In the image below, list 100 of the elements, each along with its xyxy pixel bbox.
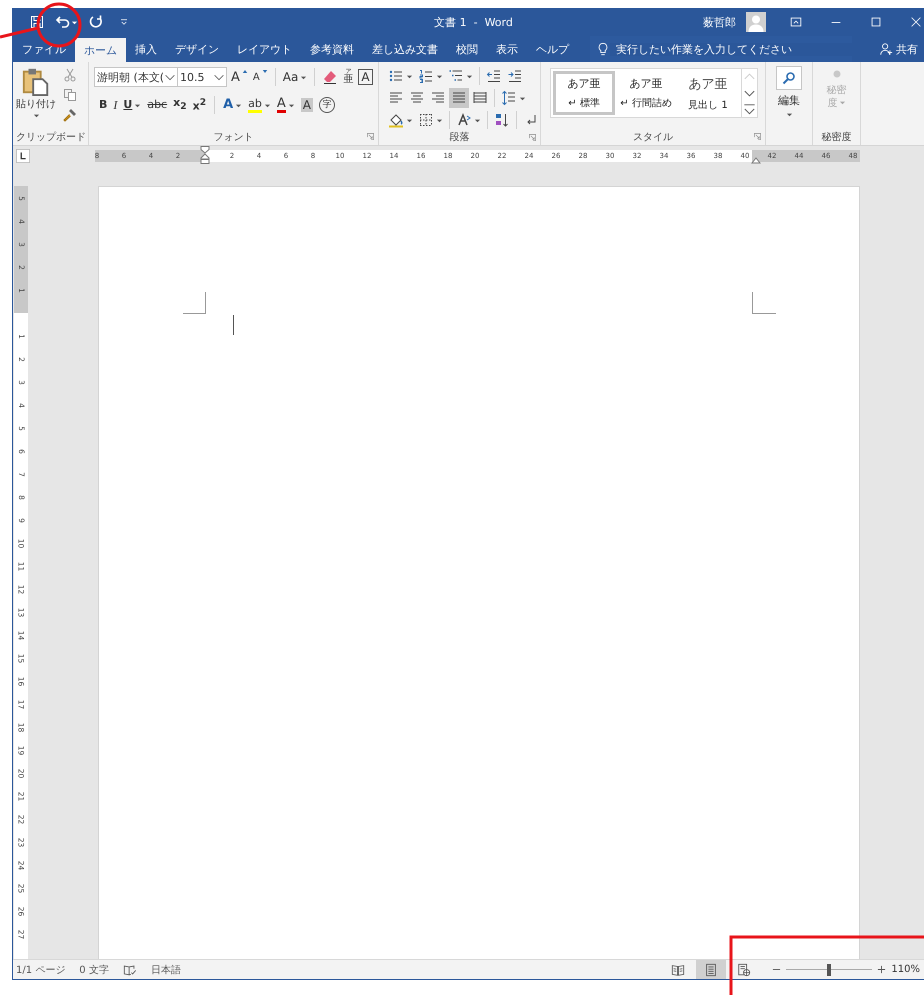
indent-marker-icon[interactable]	[751, 157, 761, 164]
distribute-icon	[472, 90, 488, 106]
numbered-list-icon	[418, 68, 434, 84]
dialog-launcher-icon[interactable]	[753, 132, 762, 141]
text-cursor	[233, 315, 234, 335]
triangle-down-icon	[262, 69, 268, 74]
caret-icon	[786, 111, 792, 118]
shrink-font-button[interactable]: A	[252, 67, 269, 87]
dialog-launcher-icon[interactable]	[366, 132, 375, 141]
grow-font-button[interactable]: A	[230, 67, 249, 87]
ribbon-tab[interactable]: 参考資料	[301, 36, 363, 62]
annotation-line	[0, 26, 38, 38]
character-border-button[interactable]: A	[357, 67, 374, 87]
ribbon-tab[interactable]: ヘルプ	[527, 36, 578, 62]
page-count[interactable]: 1/1 ページ	[16, 962, 66, 976]
ribbon-tab[interactable]: 挿入	[126, 36, 166, 62]
person-icon	[879, 42, 893, 56]
caret-icon[interactable]	[71, 18, 78, 26]
style-name: 見出し 1	[688, 98, 728, 112]
slider-thumb[interactable]	[827, 964, 832, 976]
borders-icon	[418, 112, 434, 128]
sort-icon	[494, 112, 510, 128]
redo-icon[interactable]	[88, 14, 104, 30]
bold-button[interactable]: B	[98, 95, 108, 115]
scroll-down-icon[interactable]	[742, 85, 757, 101]
indent-marker-icon[interactable]	[200, 146, 210, 164]
font-color-button[interactable]: A	[276, 95, 296, 115]
ribbon-tab[interactable]: 校閲	[447, 36, 487, 62]
style-name: ↵ 行間詰め	[620, 96, 672, 110]
paste-button[interactable]: 貼り付け	[16, 66, 56, 129]
scissors-icon[interactable]	[62, 67, 78, 83]
ribbon-display-icon[interactable]	[789, 15, 803, 29]
ribbon-tab[interactable]: ホーム	[75, 38, 126, 62]
word-count[interactable]: 0 文字	[79, 962, 109, 976]
copy-icon[interactable]	[62, 87, 78, 103]
highlight-button[interactable]: ab	[247, 95, 272, 115]
dialog-launcher-icon[interactable]	[528, 132, 537, 142]
ribbon-tab[interactable]: レイアウト	[228, 36, 301, 62]
tell-me-field[interactable]: 実行したい作業を入力してください	[590, 36, 852, 62]
outdent-icon	[486, 68, 502, 84]
ribbon-tab[interactable]: デザイン	[166, 36, 228, 62]
style-sample: あア亜	[688, 76, 728, 92]
more-styles-icon[interactable]	[742, 101, 757, 117]
ribbon-tab[interactable]: 差し込み文書	[363, 36, 447, 62]
clipboard-icon	[21, 66, 51, 96]
close-icon[interactable]	[909, 15, 923, 29]
annotation-circle	[36, 2, 82, 48]
language-label[interactable]: 日本語	[150, 962, 181, 976]
caret-icon	[838, 99, 846, 106]
italic-button[interactable]: I	[112, 95, 118, 115]
paint-bucket-icon	[388, 112, 404, 128]
caret-icon	[32, 112, 40, 119]
ribbon-tab[interactable]: 表示	[487, 36, 527, 62]
proofing-icon[interactable]	[122, 962, 137, 976]
underline-button[interactable]: U	[122, 95, 142, 115]
editing-button[interactable]: 編集	[776, 66, 802, 129]
line-spacing-icon	[501, 90, 517, 106]
lightbulb-icon	[596, 42, 610, 56]
group-label: 秘密度	[822, 130, 852, 144]
group-label: クリップボード	[16, 130, 86, 144]
change-case-button[interactable]: Aa	[282, 67, 308, 87]
enclose-character-button[interactable]: 字	[318, 95, 336, 115]
style-item[interactable]: あア亜 ↵ 標準	[553, 71, 615, 115]
triangle-up-icon	[242, 69, 248, 74]
style-sample: あア亜	[630, 76, 662, 91]
subscript-button[interactable]: x$_{2}$	[172, 95, 188, 115]
group-label: フォント	[214, 130, 254, 144]
style-name: ↵ 標準	[568, 96, 600, 110]
search-icon	[781, 70, 797, 86]
maximize-icon[interactable]	[869, 15, 883, 29]
font-name-field[interactable]: 游明朝 (本文(	[94, 67, 178, 87]
font-size-field[interactable]: 10.5	[177, 67, 227, 87]
zoom-level[interactable]: 110%	[891, 964, 920, 975]
share-button[interactable]: 共有	[875, 36, 924, 62]
superscript-button[interactable]: x$^{2}$	[192, 95, 208, 115]
text-effects-button[interactable]: A	[222, 95, 244, 115]
web-page-icon	[737, 962, 752, 976]
indent-icon	[507, 68, 523, 84]
zoom-slider[interactable]	[786, 964, 872, 976]
tab-selector-icon[interactable]	[16, 149, 30, 163]
eraser-icon	[322, 69, 338, 85]
window-title: 文書 1 - Word	[433, 14, 513, 30]
multilevel-list-icon	[448, 68, 464, 84]
save-icon[interactable]	[29, 14, 45, 30]
undo-icon[interactable]	[55, 14, 71, 30]
print-layout-button[interactable]	[696, 960, 726, 979]
corner-mark	[752, 292, 776, 314]
line-spacing-button[interactable]	[499, 88, 528, 108]
zoom-in-icon[interactable]	[877, 965, 886, 974]
corner-mark	[183, 292, 207, 314]
character-shading-button[interactable]: A	[300, 95, 314, 115]
bullet-list-icon	[388, 68, 404, 84]
style-sample: あア亜	[568, 76, 600, 91]
user-name: 薮哲郎	[703, 14, 736, 30]
group-label: 段落	[450, 130, 470, 144]
text-layout-icon	[456, 112, 472, 128]
group-label: スタイル	[633, 130, 673, 144]
justify-button[interactable]	[449, 88, 469, 108]
strikethrough-button[interactable]: abc	[146, 95, 168, 115]
book-icon	[671, 962, 686, 976]
